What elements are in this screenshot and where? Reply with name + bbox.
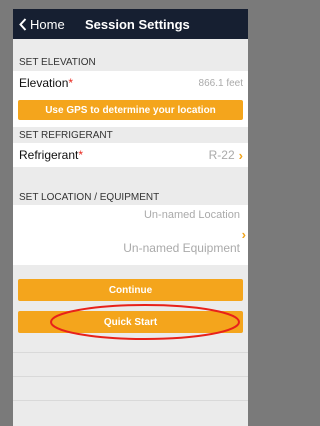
annotation-circle [50, 304, 240, 340]
divider [13, 400, 248, 401]
divider [13, 376, 248, 377]
divider [13, 352, 248, 353]
phone-screen: Home Session Settings SET ELEVATION Elev… [13, 9, 248, 426]
